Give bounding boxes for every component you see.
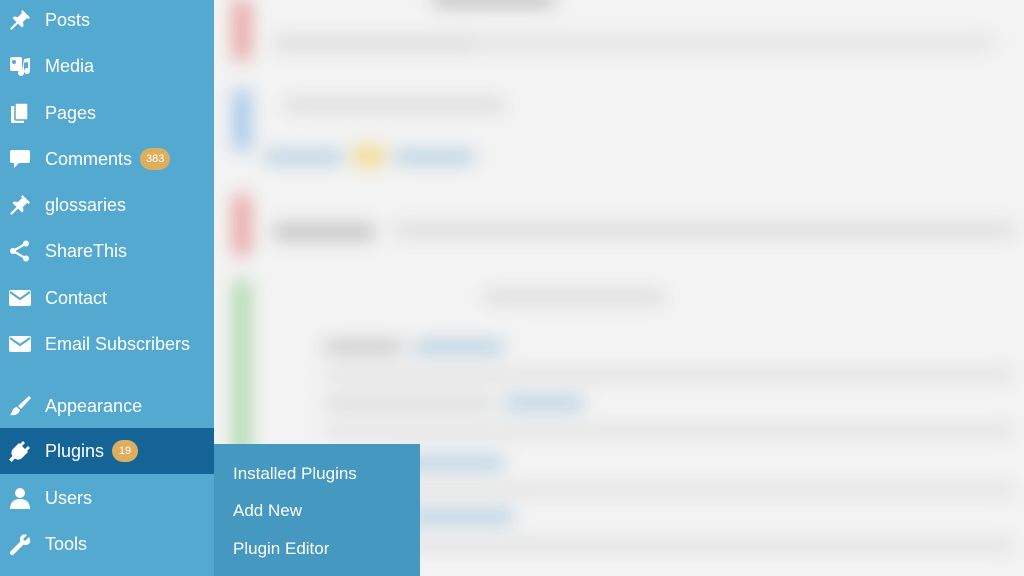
sidebar-item-media[interactable]: Media xyxy=(0,43,214,89)
sidebar-item-users[interactable]: Users xyxy=(0,475,214,521)
sidebar-item-label: Comments xyxy=(45,148,133,169)
sidebar-item-plugins[interactable]: Plugins 19 xyxy=(0,428,214,474)
pin-icon xyxy=(8,193,32,217)
sidebar-item-label: glossaries xyxy=(45,194,127,215)
media-icon xyxy=(8,54,32,78)
wrench-icon xyxy=(8,532,32,556)
submenu-add-new[interactable]: Add New xyxy=(233,499,302,523)
share-icon xyxy=(8,239,32,263)
sidebar-item-contact[interactable]: Contact xyxy=(0,275,214,321)
sidebar-item-appearance[interactable]: Appearance xyxy=(0,383,214,429)
brush-icon xyxy=(8,394,32,418)
sidebar-item-comments[interactable]: Comments 383 xyxy=(0,136,214,182)
sidebar-item-label: Media xyxy=(45,55,95,76)
plugins-update-badge: 19 xyxy=(112,440,139,462)
sidebar-item-email-subscribers[interactable]: Email Subscribers xyxy=(0,321,214,367)
sidebar-item-tools[interactable]: Tools xyxy=(0,521,214,567)
sidebar-item-label: Appearance xyxy=(45,395,143,416)
sidebar-item-posts[interactable]: Posts xyxy=(0,0,214,43)
plug-icon xyxy=(8,439,32,463)
sidebar-item-pages[interactable]: Pages xyxy=(0,90,214,136)
sidebar-item-label: Users xyxy=(45,487,93,508)
sidebar-item-glossaries[interactable]: glossaries xyxy=(0,182,214,228)
pages-icon xyxy=(8,101,32,125)
comment-icon xyxy=(8,147,32,171)
admin-sidebar: Posts Media Pages Comments 383 glossarie… xyxy=(0,0,214,576)
sidebar-item-label: Contact xyxy=(45,287,108,308)
sidebar-item-label: Tools xyxy=(45,533,88,554)
plugins-submenu: Installed Plugins Add New Plugin Editor xyxy=(214,444,420,576)
submenu-installed-plugins[interactable]: Installed Plugins xyxy=(233,462,357,486)
sidebar-item-label: Plugins xyxy=(45,440,105,461)
sidebar-item-label: Posts xyxy=(45,9,91,30)
mail-icon xyxy=(8,286,32,310)
sidebar-item-label: Email Subscribers xyxy=(45,333,191,354)
mail-icon xyxy=(8,332,32,356)
pin-icon xyxy=(8,8,32,32)
sidebar-item-label: Pages xyxy=(45,102,97,123)
sidebar-item-label: ShareThis xyxy=(45,240,128,261)
comments-count-badge: 383 xyxy=(140,148,171,170)
sidebar-item-sharethis[interactable]: ShareThis xyxy=(0,228,214,274)
user-icon xyxy=(8,486,32,510)
submenu-plugin-editor[interactable]: Plugin Editor xyxy=(233,537,329,561)
